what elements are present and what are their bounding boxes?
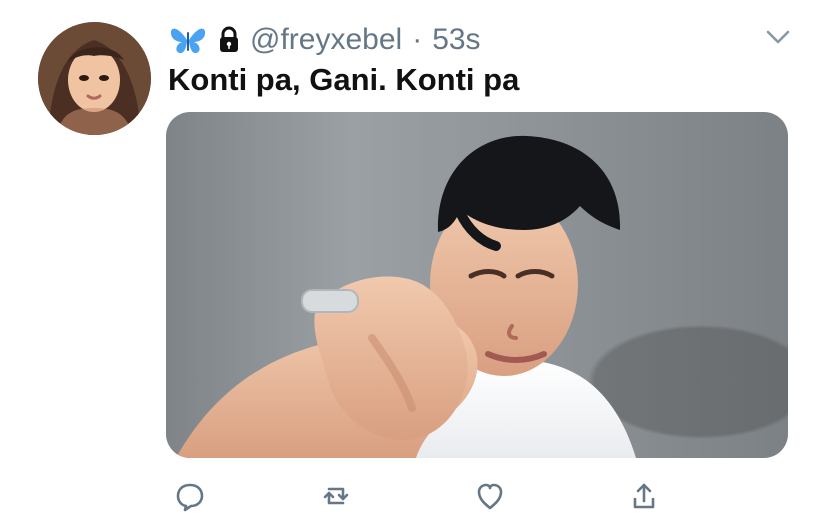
tweet-header: @freyxebel · 53s [168,22,481,58]
avatar[interactable] [38,22,151,135]
share-icon[interactable] [622,474,666,518]
separator-dot: · [412,23,423,56]
butterfly-icon [168,24,208,56]
retweet-icon[interactable] [314,474,358,518]
heart-icon[interactable] [468,474,512,518]
reply-icon[interactable] [168,474,212,518]
tweet-text: Konti pa, Gani. Konti pa [168,62,520,97]
timestamp[interactable]: 53s [432,22,480,58]
tweet-actions [168,474,688,518]
lock-icon [216,26,242,54]
chevron-down-icon[interactable] [764,26,792,46]
user-handle[interactable]: @freyxebel [250,22,402,58]
tweet-card[interactable]: @freyxebel · 53s Konti pa, Gani. Konti p… [0,0,828,528]
tweet-image[interactable] [166,112,788,458]
